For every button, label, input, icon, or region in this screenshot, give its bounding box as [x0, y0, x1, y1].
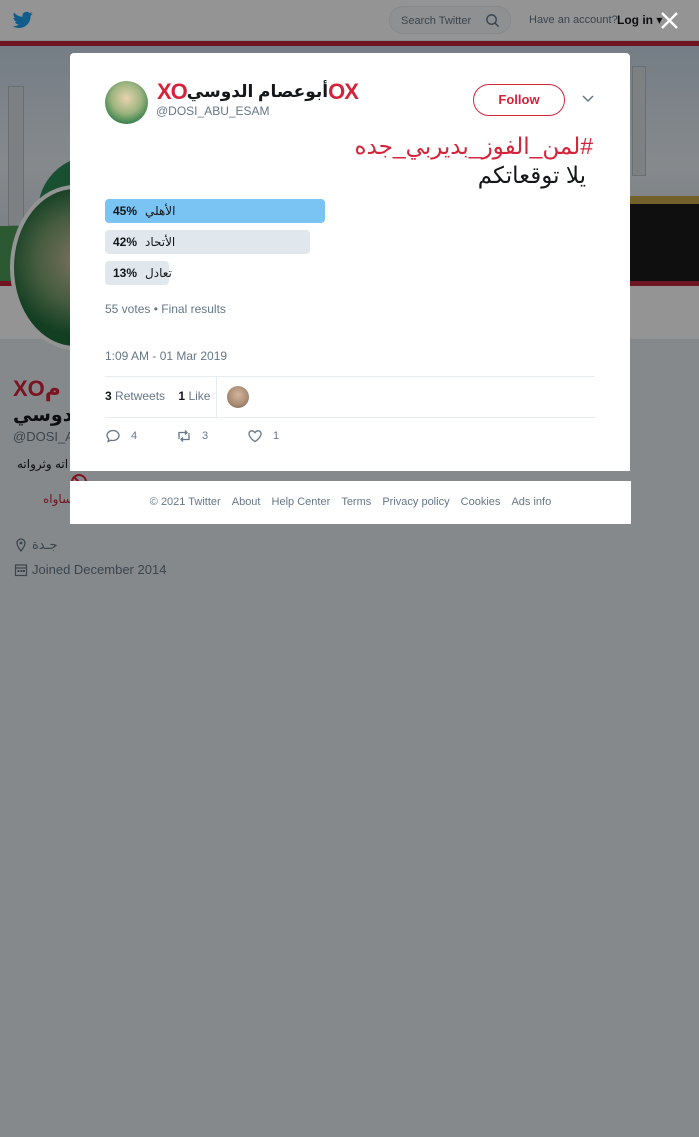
- xo-emoji-icon: OX: [328, 79, 359, 104]
- reply-count: 4: [131, 430, 138, 442]
- follow-button[interactable]: Follow: [473, 84, 565, 116]
- retweet-action[interactable]: 3: [176, 428, 208, 444]
- retweets-label: Retweets: [115, 389, 166, 403]
- like-count: 1: [273, 430, 280, 442]
- tweet-text: يلا توقعاتكم: [477, 162, 586, 188]
- poll-option: 42% الأتحاد: [105, 230, 505, 254]
- tweet-avatar[interactable]: [105, 81, 148, 124]
- xo-emoji-icon: XO: [157, 79, 188, 104]
- reply-icon: [106, 429, 120, 443]
- retweet-count: 3: [202, 430, 209, 442]
- poll-meta: 55 votes • Final results: [105, 302, 226, 316]
- retweets-stat[interactable]: 3 Retweets: [105, 389, 165, 403]
- tweet-actions: 4 3 1: [105, 428, 405, 448]
- footer-link-about[interactable]: About: [232, 496, 261, 508]
- likes-count: 1: [178, 389, 186, 403]
- divider: [216, 377, 217, 417]
- reply-action[interactable]: 4: [105, 428, 137, 444]
- tweet-handle[interactable]: @DOSI_ABU_ESAM: [156, 104, 270, 118]
- footer-link-privacy[interactable]: Privacy policy: [382, 496, 449, 508]
- poll-option: 13% تعادل: [105, 261, 505, 285]
- footer-links: © 2021 Twitter About Help Center Terms P…: [70, 496, 631, 508]
- chevron-down-icon[interactable]: [581, 94, 595, 104]
- tweet-stats: 3 Retweets 1 Like: [105, 389, 210, 403]
- footer-link-ads-info[interactable]: Ads info: [511, 496, 551, 508]
- footer: © 2021 Twitter About Help Center Terms P…: [70, 481, 631, 524]
- poll-percent: 13%: [113, 266, 138, 280]
- close-icon[interactable]: [659, 10, 680, 31]
- like-action[interactable]: 1: [247, 428, 279, 444]
- retweets-count: 3: [105, 389, 112, 403]
- likes-label: Like: [188, 389, 211, 403]
- footer-link-help-center[interactable]: Help Center: [272, 496, 331, 508]
- footer-link-terms[interactable]: Terms: [341, 496, 371, 508]
- display-name-text: أبوعصام الدوسي: [186, 82, 329, 101]
- liker-avatar[interactable]: [227, 386, 249, 408]
- likes-stat[interactable]: 1 Like: [178, 389, 210, 403]
- poll-option: 45% الأهلي: [105, 199, 505, 223]
- tweet-hashtag[interactable]: #لمن_الفوز_بديربي_جده: [355, 133, 593, 160]
- footer-copyright: © 2021 Twitter: [149, 496, 221, 508]
- tweet-timestamp[interactable]: 1:09 AM - 01 Mar 2019: [105, 349, 227, 363]
- retweet-icon: [178, 430, 190, 442]
- divider: [105, 417, 595, 418]
- poll-label: تعادل: [145, 266, 172, 280]
- divider: [105, 376, 595, 377]
- footer-link-cookies[interactable]: Cookies: [461, 496, 501, 508]
- poll-percent: 45%: [113, 204, 138, 218]
- poll-label: الأهلي: [145, 204, 176, 218]
- poll-label: الأتحاد: [145, 235, 176, 249]
- tweet-display-name[interactable]: XO أبوعصام الدوسي OX: [157, 79, 359, 105]
- poll-percent: 42%: [113, 235, 138, 249]
- tweet-modal: XO أبوعصام الدوسي OX @DOSI_ABU_ESAM Foll…: [70, 53, 630, 471]
- poll-bar: [105, 199, 325, 223]
- heart-icon: [248, 430, 262, 443]
